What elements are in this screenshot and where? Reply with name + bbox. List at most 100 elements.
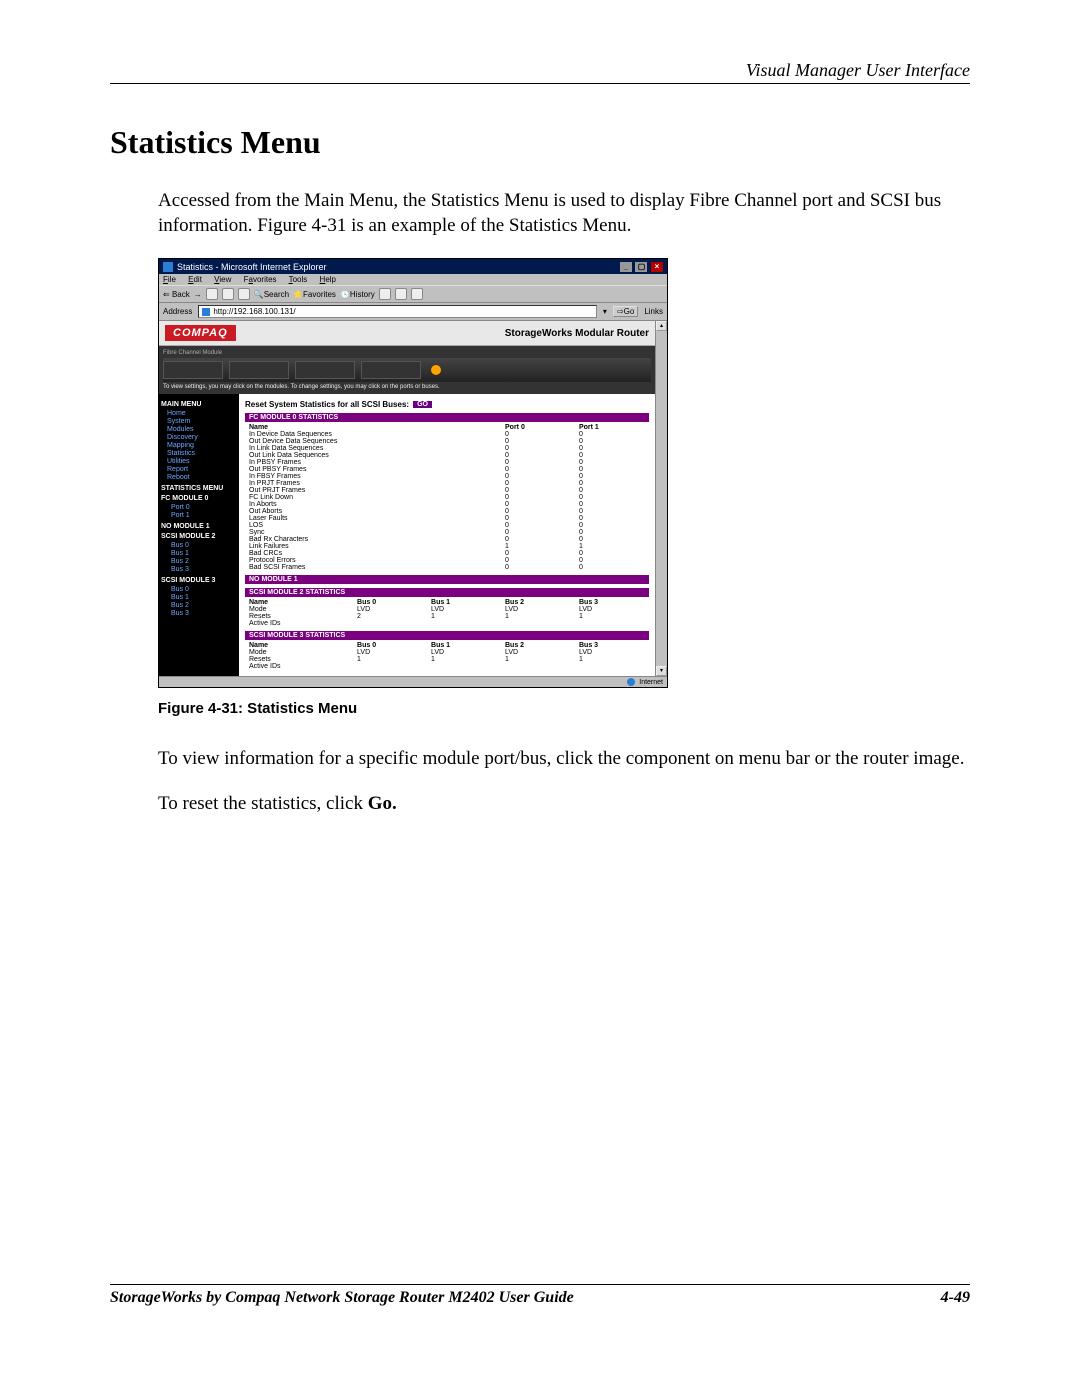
paragraph-3: To reset the statistics, click Go. [158, 792, 970, 817]
stop-button[interactable] [206, 288, 218, 300]
address-input[interactable]: http://192.168.100.131/ [198, 305, 597, 318]
nav-modules[interactable]: Modules [161, 426, 237, 434]
module-2[interactable] [295, 361, 355, 379]
table-row: Active IDs [245, 663, 649, 670]
reset-go-button[interactable]: GO [413, 401, 432, 408]
statistics-screenshot: Statistics - Microsoft Internet Explorer… [158, 258, 668, 688]
para3-text: To reset the statistics, click [158, 793, 368, 814]
table-row: In Link Data Sequences00 [245, 445, 649, 452]
nav-scsi3-bus0[interactable]: Bus 0 [161, 586, 237, 594]
module-strip[interactable]: Fibre Channel Module To view settings, y… [159, 346, 655, 394]
nav-fc-port1[interactable]: Port 1 [161, 512, 237, 520]
fc-col-name: Name [245, 424, 501, 431]
window-controls[interactable]: _ ▢ × [619, 261, 663, 272]
footer-page: 4-49 [941, 1289, 970, 1307]
page-footer: StorageWorks by Compaq Network Storage R… [110, 1284, 970, 1307]
table-row: Active IDs [245, 620, 649, 627]
nav-report[interactable]: Report [161, 466, 237, 474]
globe-icon [627, 678, 635, 686]
nav-mapping[interactable]: Mapping [161, 442, 237, 450]
nav-discovery[interactable]: Discovery [161, 434, 237, 442]
menubar[interactable]: File Edit View Favorites Tools Help [159, 274, 667, 285]
menu-tools[interactable]: Tools [289, 275, 308, 284]
nav-scsi2-bus0[interactable]: Bus 0 [161, 542, 237, 550]
toolbar[interactable]: ⇐ Back → 🔍Search ⭐Favorites 🕓History [159, 285, 667, 303]
fc-col-port1: Port 1 [575, 424, 649, 431]
nav-scsi2-bus1[interactable]: Bus 1 [161, 550, 237, 558]
fc-section-header: FC MODULE 0 STATISTICS [245, 413, 649, 422]
address-label: Address [163, 307, 192, 316]
page-icon [202, 308, 210, 316]
menu-view[interactable]: View [214, 275, 231, 284]
search-button[interactable]: 🔍Search [254, 290, 289, 299]
nav-statistics[interactable]: Statistics [161, 450, 237, 458]
history-button[interactable]: 🕓History [340, 290, 375, 299]
status-led [431, 365, 441, 375]
nav-fc-port0[interactable]: Port 0 [161, 504, 237, 512]
links-label[interactable]: Links [644, 307, 663, 316]
address-dropdown[interactable]: ▾ [603, 307, 607, 316]
scsi-module-3-title: SCSI MODULE 3 [161, 577, 237, 584]
menu-favorites[interactable]: Favorites [244, 275, 277, 284]
table-row: Link Failures11 [245, 543, 649, 550]
fc-stats-table: Name Port 0 Port 1 In Device Data Sequen… [245, 424, 649, 571]
table-row: Resets1111 [245, 656, 649, 663]
stats-menu-title: STATISTICS MENU [161, 485, 237, 492]
menu-help[interactable]: Help [320, 275, 336, 284]
menu-edit[interactable]: Edit [188, 275, 202, 284]
brand-title: StorageWorks Modular Router [505, 328, 649, 339]
minimize-button[interactable]: _ [620, 262, 632, 272]
vertical-scrollbar[interactable]: ▴ ▾ [655, 321, 667, 676]
table-row: In FBSY Frames00 [245, 473, 649, 480]
module-1[interactable] [229, 361, 289, 379]
fc-module-label: Fibre Channel Module [163, 350, 222, 356]
menu-file[interactable]: File [163, 275, 176, 284]
table-row: Protocol Errors00 [245, 557, 649, 564]
brand-bar: COMPAQ StorageWorks Modular Router [159, 321, 655, 346]
close-button[interactable]: × [651, 262, 663, 272]
nav-system[interactable]: System [161, 418, 237, 426]
nav-scsi2-bus3[interactable]: Bus 3 [161, 566, 237, 574]
nav-scsi3-bus1[interactable]: Bus 1 [161, 594, 237, 602]
forward-button[interactable]: → [194, 290, 202, 299]
nav-scsi3-bus2[interactable]: Bus 2 [161, 602, 237, 610]
mail-button[interactable] [379, 288, 391, 300]
maximize-button[interactable]: ▢ [635, 262, 647, 272]
paragraph-1: Accessed from the Main Menu, the Statist… [158, 189, 970, 238]
scroll-down[interactable]: ▾ [656, 666, 667, 676]
table-row: In Aborts00 [245, 501, 649, 508]
paragraph-2: To view information for a specific modul… [158, 747, 970, 772]
nav-utilities[interactable]: Utilities [161, 458, 237, 466]
scroll-up[interactable]: ▴ [656, 321, 667, 331]
back-button[interactable]: ⇐ Back [163, 290, 190, 299]
table-row: In PRJT Frames00 [245, 480, 649, 487]
nav-reboot[interactable]: Reboot [161, 474, 237, 482]
stats-panel: Reset System Statistics for all SCSI Bus… [239, 394, 655, 676]
table-row: Out Aborts00 [245, 508, 649, 515]
address-bar: Address http://192.168.100.131/ ▾ ⇨Go Li… [159, 303, 667, 321]
refresh-button[interactable] [222, 288, 234, 300]
nav-home[interactable]: Home [161, 410, 237, 418]
table-row: Bad CRCs00 [245, 550, 649, 557]
main-menu-title: MAIN MENU [161, 401, 237, 408]
scsi3-stats-table: Name Bus 0 Bus 1 Bus 2 Bus 3 ModeLVDLVDL… [245, 642, 649, 670]
fc-module-0-title: FC MODULE 0 [161, 495, 237, 502]
module-3[interactable] [361, 361, 421, 379]
go-button[interactable]: ⇨Go [613, 306, 638, 317]
nav-scsi3-bus3[interactable]: Bus 3 [161, 610, 237, 618]
home-button[interactable] [238, 288, 250, 300]
table-row: Out PBSY Frames00 [245, 466, 649, 473]
edit-button[interactable] [411, 288, 423, 300]
print-button[interactable] [395, 288, 407, 300]
no-module-section-header: NO MODULE 1 [245, 575, 649, 584]
nav-scsi2-bus2[interactable]: Bus 2 [161, 558, 237, 566]
table-row: ModeLVDLVDLVDLVD [245, 606, 649, 613]
favorites-button[interactable]: ⭐Favorites [293, 290, 336, 299]
table-row: Out Link Data Sequences00 [245, 452, 649, 459]
table-row: In Device Data Sequences00 [245, 431, 649, 438]
scsi2-section-header: SCSI MODULE 2 STATISTICS [245, 588, 649, 597]
module-0[interactable] [163, 361, 223, 379]
scsi3-section-header: SCSI MODULE 3 STATISTICS [245, 631, 649, 640]
window-title: Statistics - Microsoft Internet Explorer [177, 262, 327, 272]
scsi-module-2-title: SCSI MODULE 2 [161, 533, 237, 540]
